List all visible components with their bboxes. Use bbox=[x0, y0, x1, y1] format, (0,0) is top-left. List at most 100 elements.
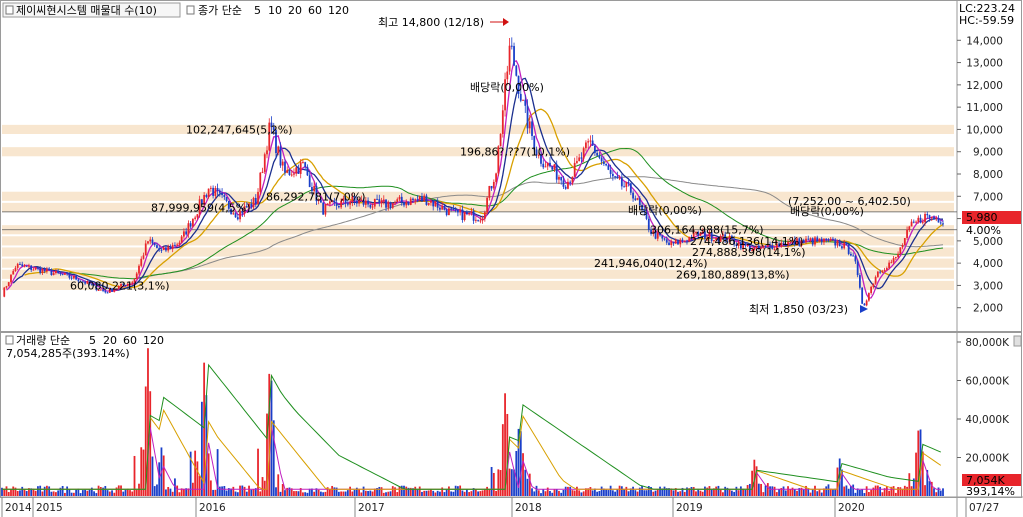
ma-period-60: 60 bbox=[308, 4, 322, 17]
volume-bar bbox=[939, 490, 942, 496]
candle-body bbox=[380, 200, 383, 204]
volume-bar bbox=[598, 490, 601, 496]
volume-bar bbox=[129, 490, 131, 496]
candle-body bbox=[160, 249, 163, 251]
candle-body bbox=[942, 223, 944, 225]
candle-body bbox=[61, 273, 64, 275]
volume-bar bbox=[935, 492, 938, 496]
candle-body bbox=[809, 238, 812, 240]
candle-body bbox=[899, 247, 902, 254]
candle-body bbox=[501, 110, 504, 134]
volume-bar bbox=[99, 486, 102, 496]
ma-label: 종가 단순 bbox=[198, 4, 242, 17]
volume-bar bbox=[79, 493, 82, 496]
volume-bar bbox=[39, 485, 42, 496]
candle-body bbox=[847, 244, 850, 254]
candle-body bbox=[439, 207, 441, 210]
candle-body bbox=[825, 238, 828, 240]
volume-profile-label: 60,080,221(3,1%) bbox=[70, 279, 170, 292]
volume-bar bbox=[340, 491, 343, 496]
volume-bar bbox=[297, 491, 300, 496]
range-annotation: (7,252.00 ~ 6,402.50) bbox=[788, 195, 911, 208]
candle-body bbox=[816, 237, 819, 242]
volume-bar bbox=[331, 485, 334, 496]
candle-body bbox=[580, 157, 583, 159]
volume-bar bbox=[580, 492, 583, 496]
candle-body bbox=[616, 176, 619, 179]
volume-bar bbox=[488, 489, 491, 496]
ma-checkbox[interactable] bbox=[186, 5, 195, 15]
volume-bar bbox=[924, 485, 926, 496]
volume-bar bbox=[742, 488, 745, 496]
candle-body bbox=[299, 162, 302, 174]
volume-bar bbox=[387, 491, 390, 496]
volume-bar bbox=[378, 486, 381, 496]
volume-bar bbox=[695, 491, 697, 496]
candle-body bbox=[156, 245, 158, 248]
volume-bar bbox=[84, 489, 86, 496]
candle-body bbox=[378, 199, 381, 204]
volume-bar bbox=[131, 491, 134, 496]
panel-resize-handle[interactable] bbox=[1013, 335, 1022, 347]
volume-bar bbox=[766, 483, 769, 496]
volume-bar bbox=[744, 489, 747, 496]
volume-bar bbox=[818, 489, 821, 496]
volume-bar bbox=[55, 492, 57, 496]
hc-value: HC:-59.59 bbox=[959, 14, 1014, 27]
volume-bar bbox=[578, 490, 581, 496]
volume-profile-label: 269,180,889(13,8%) bbox=[676, 268, 790, 281]
candle-body bbox=[191, 218, 194, 227]
candle-body bbox=[939, 222, 942, 224]
current-volume-pct: 393,14% bbox=[966, 485, 1015, 498]
title-checkbox[interactable] bbox=[5, 5, 14, 15]
volume-bar bbox=[784, 490, 787, 496]
volume-checkbox[interactable] bbox=[5, 335, 14, 345]
candle-body bbox=[805, 238, 807, 243]
volume-bar bbox=[324, 491, 327, 496]
candle-body bbox=[266, 150, 268, 155]
volume-title: 거래량 단순 bbox=[16, 334, 70, 347]
volume-bar bbox=[876, 485, 879, 496]
candle-body bbox=[52, 273, 55, 276]
candle-body bbox=[912, 221, 915, 223]
volume-bar bbox=[209, 480, 212, 496]
volume-bar bbox=[232, 486, 235, 496]
volume-bar bbox=[540, 493, 542, 496]
candle-body bbox=[389, 202, 392, 208]
volume-bar bbox=[346, 490, 349, 496]
price-tick-label: 13,000 bbox=[966, 58, 1003, 70]
year-label: 2015 bbox=[36, 502, 63, 514]
volume-bar bbox=[72, 492, 75, 496]
candle-body bbox=[598, 155, 601, 158]
volume-bar bbox=[41, 491, 44, 496]
volume-bar bbox=[436, 490, 439, 496]
volume-bar bbox=[317, 489, 320, 496]
candle-body bbox=[829, 238, 832, 241]
candle-body bbox=[600, 157, 603, 162]
volume-tick-label: 60,000K bbox=[965, 376, 1010, 388]
candle-body bbox=[209, 187, 212, 189]
volume-bar bbox=[699, 490, 702, 496]
volume-bar bbox=[140, 447, 143, 496]
candle-body bbox=[19, 263, 21, 265]
candle-body bbox=[214, 188, 217, 196]
volume-bar bbox=[158, 462, 161, 496]
volume-bar bbox=[261, 477, 264, 496]
volume-bar bbox=[245, 491, 248, 496]
candle-body bbox=[371, 206, 374, 208]
candle-body bbox=[495, 173, 497, 182]
volume-bar bbox=[427, 490, 430, 496]
candle-body bbox=[295, 167, 298, 174]
candle-body bbox=[623, 186, 625, 188]
candle-body bbox=[187, 223, 190, 235]
volume-bar bbox=[416, 489, 419, 496]
volume-bar bbox=[807, 489, 810, 496]
candle-body bbox=[921, 222, 924, 224]
candle-body bbox=[174, 244, 176, 246]
candle-body bbox=[169, 246, 172, 250]
candle-body bbox=[488, 185, 491, 198]
candle-body bbox=[519, 93, 522, 101]
candle-body bbox=[297, 167, 300, 174]
chart-window: 2,0003,0004,0005,0006,0007,0008,0009,000… bbox=[0, 0, 1023, 517]
volume-bar bbox=[16, 490, 19, 496]
